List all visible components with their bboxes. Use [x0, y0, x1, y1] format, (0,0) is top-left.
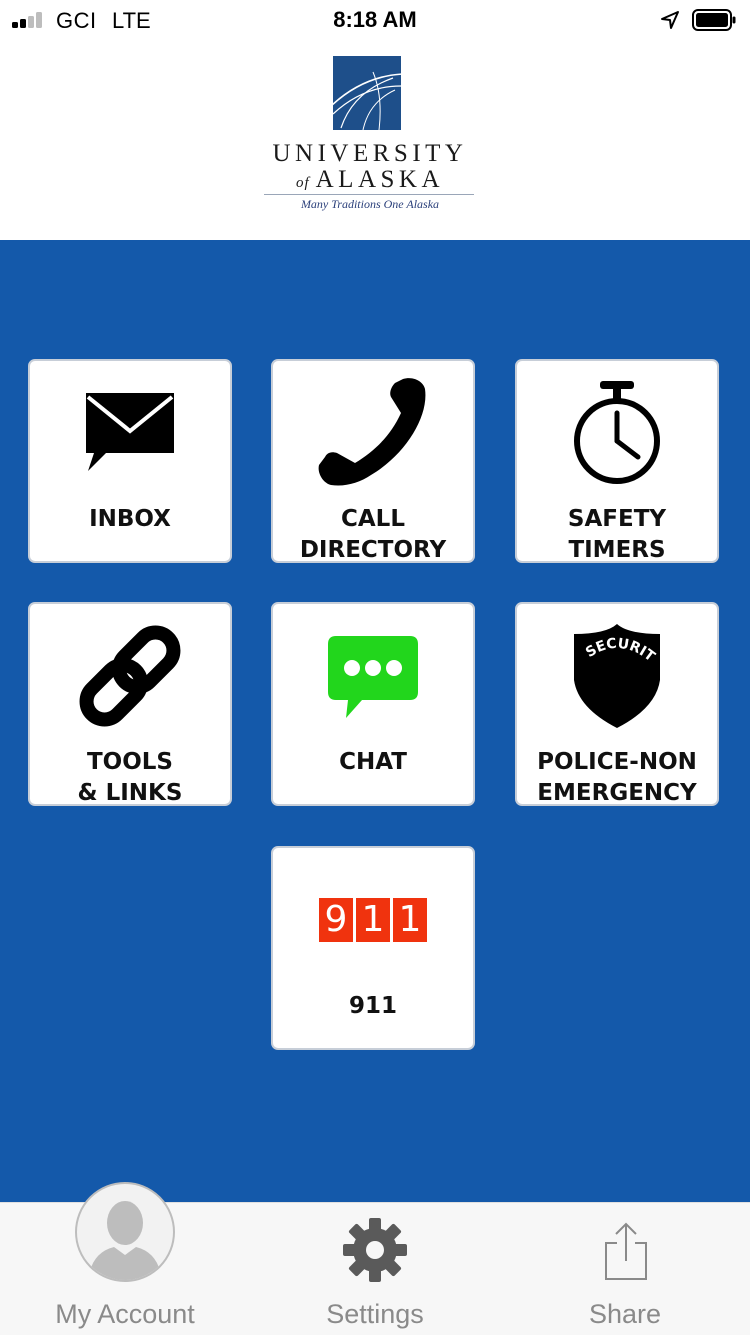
status-bar: GCI LTE 8:18 AM — [0, 0, 750, 40]
call-directory-tile[interactable]: CALL DIRECTORY — [271, 359, 475, 563]
911-digit: 1 — [356, 898, 390, 942]
main-menu-area: INBOX CALL DIRECTORY SAFETY TIMERS TOOLS… — [0, 240, 750, 1202]
911-label: 911 — [348, 993, 397, 1019]
gear-icon — [343, 1218, 407, 1282]
link-icon — [79, 625, 181, 727]
app-header: UNIVERSITY of ALASKA Many Traditions One … — [0, 40, 750, 240]
safety-timers-tile[interactable]: SAFETY TIMERS — [515, 359, 719, 563]
911-icon: 9 1 1 — [319, 898, 427, 942]
chat-bubble-icon — [328, 636, 418, 718]
avatar-icon — [75, 1182, 175, 1282]
tools-links-label: TOOLS & LINKS — [77, 749, 183, 806]
tab-share-label: Share — [588, 1299, 662, 1329]
911-tile[interactable]: 9 1 1 911 — [271, 846, 475, 1050]
tab-settings[interactable]: Settings — [250, 1203, 500, 1335]
police-non-emergency-label: POLICE-NON EMERGENCY — [537, 749, 697, 806]
911-digit: 1 — [393, 898, 427, 942]
logo-tagline: Many Traditions One Alaska — [300, 197, 440, 211]
security-shield-icon: SECURITY — [572, 622, 660, 728]
university-logo-icon — [333, 56, 401, 130]
tab-share[interactable]: Share — [500, 1203, 750, 1335]
tools-links-tile[interactable]: TOOLS & LINKS — [28, 602, 232, 806]
safety-timers-label: SAFETY TIMERS — [567, 506, 667, 563]
status-time: 8:18 AM — [333, 7, 417, 32]
chat-tile[interactable]: CHAT — [271, 602, 475, 806]
tab-bar: My Account Settings Share — [0, 1182, 750, 1335]
call-directory-label: CALL DIRECTORY — [299, 506, 447, 563]
share-icon — [605, 1222, 647, 1280]
tab-my-account[interactable]: My Account — [0, 1182, 250, 1335]
envelope-icon — [86, 393, 174, 471]
inbox-label: INBOX — [89, 506, 171, 532]
logo-alaska-line: of ALASKA — [250, 166, 490, 194]
inbox-tile[interactable]: INBOX — [28, 359, 232, 563]
police-non-emergency-tile[interactable]: SECURITY POLICE-NON EMERGENCY — [515, 602, 719, 806]
tab-settings-label: Settings — [326, 1299, 424, 1329]
911-digit: 9 — [319, 898, 353, 942]
logo-of-text: of — [295, 175, 310, 191]
logo-university-text: UNIVERSITY — [272, 140, 468, 167]
battery-icon — [692, 9, 736, 31]
chat-label: CHAT — [339, 749, 407, 775]
phone-icon — [318, 378, 426, 486]
stopwatch-icon — [574, 381, 660, 484]
tab-my-account-label: My Account — [55, 1299, 195, 1329]
logo-divider — [264, 194, 474, 195]
logo-alaska-text: ALASKA — [315, 166, 445, 193]
location-arrow-icon — [661, 11, 679, 29]
